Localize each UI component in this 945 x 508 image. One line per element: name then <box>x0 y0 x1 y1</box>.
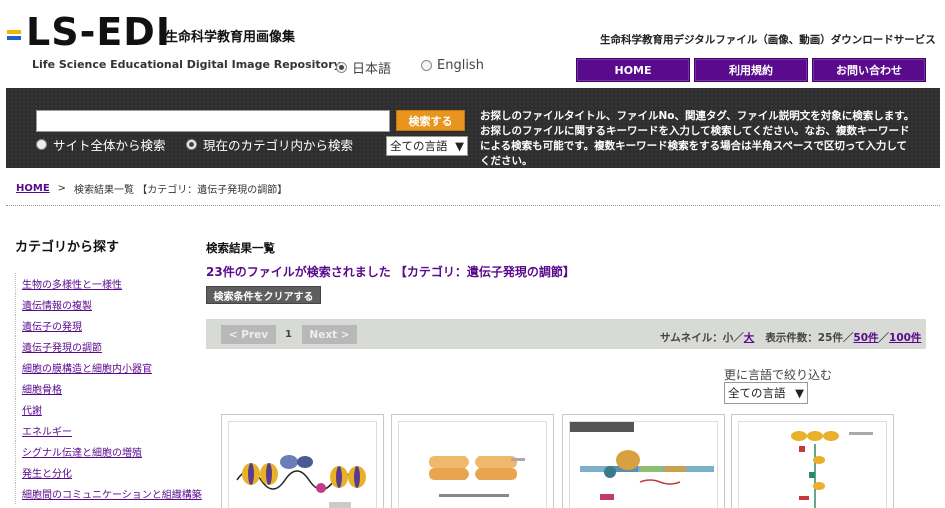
chevron-down-icon: ▼ <box>455 139 464 153</box>
thumb-small-option[interactable]: 小 <box>723 332 734 344</box>
service-description: 生命科学教育用デジタルファイル（画像、動画）ダウンロードサービス <box>600 34 936 46</box>
refine-language-select[interactable]: 全ての言語 ▼ <box>724 382 808 404</box>
breadcrumb-current: 検索結果一覧 【カテゴリ：遺伝子発現の調節】 <box>74 185 288 196</box>
view-options: サムネイル：小／大 表示件数：25件／50件／100件 <box>660 332 922 344</box>
nav-home-button[interactable]: HOME <box>576 58 690 82</box>
file-thumbnail[interactable] <box>731 414 894 508</box>
site-title-jp: 生命科学教育用画像集 <box>165 30 296 45</box>
file-thumbnail[interactable] <box>562 414 725 508</box>
file-thumbnail[interactable] <box>221 414 384 508</box>
operon-diagram-icon <box>570 422 714 500</box>
radio-icon[interactable] <box>421 60 432 71</box>
radio-icon[interactable] <box>36 139 47 150</box>
lang-option-japanese[interactable]: 日本語 <box>336 58 391 77</box>
chevron-down-icon: ▼ <box>795 386 804 400</box>
logo-mark <box>7 30 21 41</box>
search-language-select[interactable]: 全ての言語 ▼ <box>386 136 468 156</box>
search-input[interactable] <box>36 110 390 132</box>
category-heading: カテゴリから探す <box>15 240 120 255</box>
result-count: 23件のファイルが検索されました 【カテゴリ：遺伝子発現の調節】 <box>206 265 575 279</box>
file-thumbnail[interactable] <box>391 414 554 508</box>
category-link[interactable]: 遺伝子発現の調節 <box>15 336 210 357</box>
category-link[interactable]: 遺伝情報の複製 <box>15 294 210 315</box>
refine-language-label: 更に言語で絞り込む <box>724 368 833 382</box>
category-link[interactable]: 発生と分化 <box>15 462 210 483</box>
category-link[interactable]: 細胞間のコミュニケーションと組織構築 <box>15 483 210 504</box>
thumb-large-link[interactable]: 大 <box>744 332 755 344</box>
category-link[interactable]: 遺伝子の発現 <box>15 315 210 336</box>
per-page-50-link[interactable]: 50件 <box>853 332 878 344</box>
category-link[interactable]: シグナル伝達と細胞の増殖 <box>15 441 210 462</box>
nav-terms-button[interactable]: 利用規約 <box>694 58 808 82</box>
chromosome-diagram-icon <box>429 456 525 497</box>
search-button[interactable]: 検索する <box>396 110 465 131</box>
nav-contact-button[interactable]: お問い合わせ <box>812 58 926 82</box>
breadcrumb: HOME > 検索結果一覧 【カテゴリ：遺伝子発現の調節】 <box>16 181 287 196</box>
per-page-25[interactable]: 25件 <box>818 332 843 344</box>
scope-option-site[interactable]: サイト全体から検索 <box>36 135 166 154</box>
per-page-100-link[interactable]: 100件 <box>889 332 921 344</box>
category-list: 生物の多様性と一様性 遺伝情報の複製 遺伝子の発現 遺伝子発現の調節 細胞の膜構… <box>15 273 210 504</box>
radio-selected-icon[interactable] <box>186 139 197 150</box>
lang-option-english[interactable]: English <box>421 58 484 73</box>
breadcrumb-separator: > <box>57 183 67 194</box>
divider <box>6 205 940 206</box>
radio-selected-icon[interactable] <box>336 62 347 73</box>
prev-page-button[interactable]: < Prev <box>221 325 276 344</box>
breadcrumb-home-link[interactable]: HOME <box>16 183 50 194</box>
site-subtitle: Life Science Educational Digital Image R… <box>32 58 341 71</box>
category-link[interactable]: エネルギー <box>15 420 210 441</box>
result-heading: 検索結果一覧 <box>206 241 275 255</box>
category-link[interactable]: 細胞の膜構造と細胞内小器官 <box>15 357 210 378</box>
scope-option-category[interactable]: 現在のカテゴリ内から検索 <box>186 135 353 154</box>
site-logo[interactable]: LS-EDI <box>26 12 171 52</box>
current-page: 1 <box>285 329 292 340</box>
category-link[interactable]: 生物の多様性と一様性 <box>15 273 210 294</box>
clear-conditions-button[interactable]: 検索条件をクリアする <box>206 286 321 304</box>
search-help-text: お探しのファイルタイトル、ファイルNo、関連タグ、ファイル説明文を対象に検索しま… <box>480 110 915 167</box>
pathway-diagram-icon <box>791 431 873 508</box>
nucleosome-diagram-icon <box>236 455 366 508</box>
next-page-button[interactable]: Next > <box>302 325 357 344</box>
category-link[interactable]: 代謝 <box>15 399 210 420</box>
category-link[interactable]: 細胞骨格 <box>15 378 210 399</box>
